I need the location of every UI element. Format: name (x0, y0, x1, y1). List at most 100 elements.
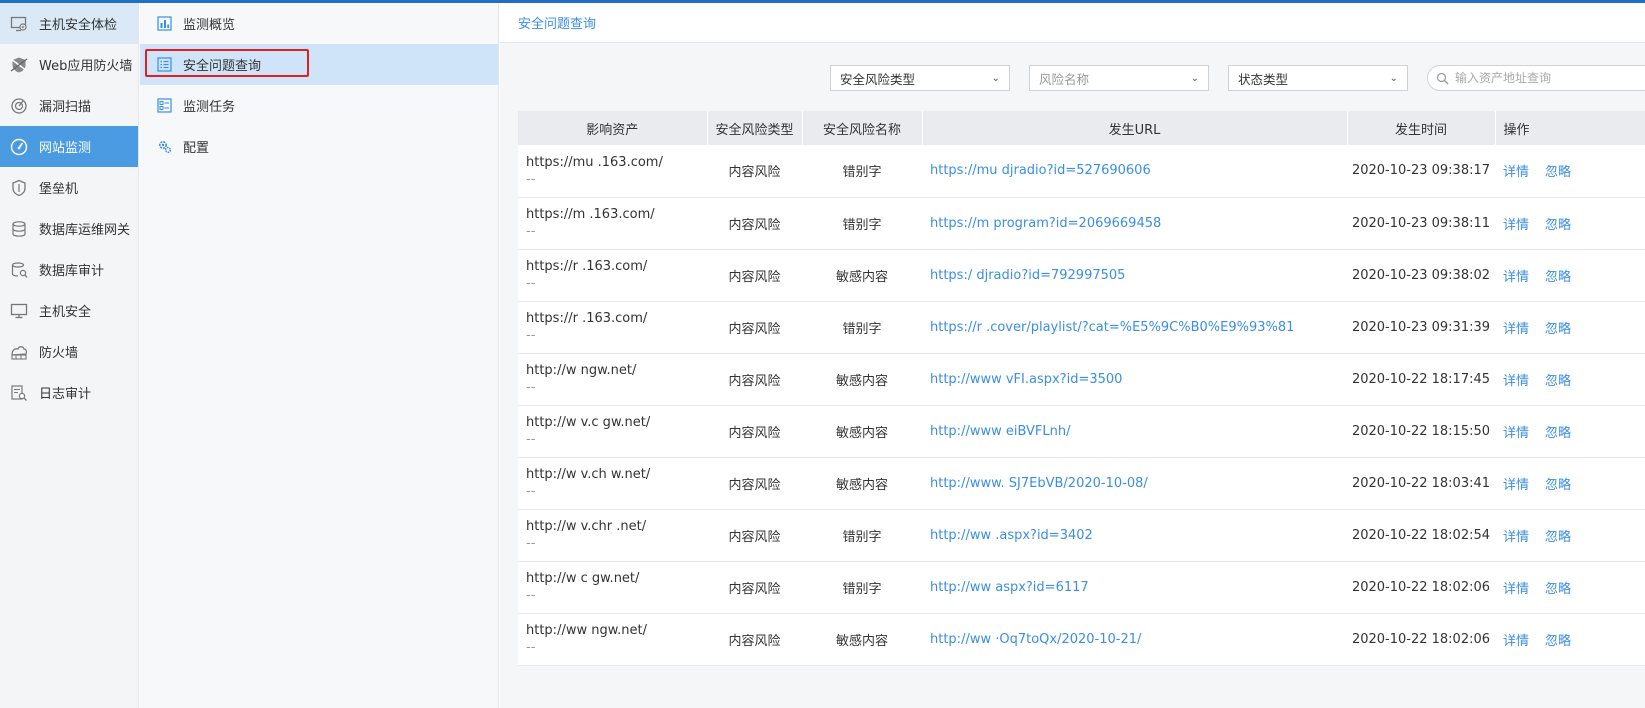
actions-cell: 详情 忽略 (1495, 301, 1645, 354)
asset-cell: http://w v.ch w.net/ -- (518, 457, 707, 510)
sidebar-item-vuln-scan[interactable]: 漏洞扫描 (0, 85, 138, 126)
sidebar-item-label: 主机安全 (39, 305, 92, 320)
time-cell: 2020-10-23 09:38:11 (1347, 197, 1495, 250)
asset-cell: http://w c gw.net/ -- (518, 561, 707, 614)
asset-url: http://w v.chr .net/ (526, 519, 647, 534)
submenu-item-overview[interactable]: 监测概览 (140, 3, 498, 44)
asset-cell: http://ww ngw.net/ -- (518, 613, 707, 666)
url-link[interactable]: http://www eiBVFLnh/ (930, 424, 1070, 439)
sidebar-item-waf[interactable]: Web应用防火墙 (0, 44, 138, 85)
risk-type-select[interactable]: 安全风险类型 ⌄ (830, 65, 1010, 91)
table-row: http://w v.ch w.net/ -- 内容风险 敏感内容 http://www… (518, 457, 1645, 510)
sub-menu: 监测概览 安全问题查询 监测任务 配置 (140, 3, 499, 708)
sidebar-item-db-gateway[interactable]: 数据库运维网关 (0, 208, 138, 249)
sidebar-item-db-audit[interactable]: 数据库审计 (0, 249, 138, 290)
url-link[interactable]: https://r .cover/playlist/?cat=%E5%9C%B0… (930, 320, 1294, 335)
url-link[interactable]: http://ww ·Oq7toQx/2020-10-21/ (930, 632, 1141, 647)
detail-link[interactable]: 详情 (1503, 426, 1529, 441)
asset-cell: https://mu .163.com/-- (518, 145, 707, 198)
detail-link[interactable]: 详情 (1503, 218, 1529, 233)
risk-name-cell: 敏感内容 (802, 249, 922, 302)
submenu-item-tasks[interactable]: 监测任务 (140, 85, 498, 126)
sidebar-item-host-security[interactable]: 主机安全 (0, 290, 138, 331)
detail-link[interactable]: 详情 (1503, 270, 1529, 285)
url-link[interactable]: http://ww .aspx?id=3402 (930, 528, 1093, 543)
time-cell: 2020-10-22 18:02:54 (1347, 509, 1495, 562)
sidebar-item-site-monitor[interactable]: 网站监测 (0, 126, 138, 167)
column-header-time[interactable]: 发生时间 (1347, 111, 1496, 145)
detail-link[interactable]: 详情 (1503, 530, 1529, 545)
submenu-item-issue-query[interactable]: 安全问题查询 (140, 44, 498, 85)
table-header-row: 影响资产 安全风险类型 安全风险名称 发生URL 发生时间 操作 (518, 111, 1645, 145)
risk-name-cell: 错别字 (802, 145, 922, 198)
detail-link[interactable]: 详情 (1503, 582, 1529, 597)
detail-link[interactable]: 详情 (1503, 374, 1529, 389)
sidebar-item-label: 堡垒机 (39, 182, 79, 197)
url-cell: https://m program?id=2069669458 (922, 197, 1347, 250)
risk-name-select[interactable]: 风险名称 ⌄ (1029, 65, 1209, 91)
ignore-link[interactable]: 忽略 (1545, 218, 1571, 233)
detail-link[interactable]: 详情 (1503, 165, 1529, 180)
actions-cell: 详情 忽略 (1495, 457, 1645, 510)
url-cell: https:/ djradio?id=792997505 (922, 249, 1347, 302)
sidebar-item-label: 网站监测 (39, 141, 92, 156)
detail-link[interactable]: 详情 (1503, 322, 1529, 337)
submenu-item-label: 配置 (183, 141, 210, 156)
ignore-link[interactable]: 忽略 (1545, 426, 1571, 441)
risk-name-cell: 错别字 (802, 197, 922, 250)
ignore-link[interactable]: 忽略 (1545, 270, 1571, 285)
url-link[interactable]: http://www. SJ7EbVB/2020-10-08/ (930, 476, 1148, 491)
url-cell: http://ww ·Oq7toQx/2020-10-21/ (922, 613, 1347, 666)
column-header-url[interactable]: 发生URL (922, 111, 1348, 145)
asset-cell: https://r .163.com/ -- (518, 301, 707, 354)
issue-table: 影响资产 安全风险类型 安全风险名称 发生URL 发生时间 操作 https:/… (518, 111, 1645, 666)
chevron-down-icon: ⌄ (991, 72, 1000, 84)
ignore-link[interactable]: 忽略 (1545, 374, 1571, 389)
risk-type-cell: 内容风险 (707, 509, 802, 562)
detail-link[interactable]: 详情 (1503, 478, 1529, 493)
firewall-icon (9, 342, 29, 362)
config-icon (157, 139, 173, 155)
url-link[interactable]: https:/ djradio?id=792997505 (930, 268, 1125, 283)
chart-icon (157, 15, 173, 32)
url-link[interactable]: http://ww aspx?id=6117 (930, 580, 1089, 595)
column-header-risk-type[interactable]: 安全风险类型 (707, 111, 803, 145)
status-type-select[interactable]: 状态类型 ⌄ (1228, 65, 1408, 91)
table-row: https://r .163.com/ -- 内容风险 错别字 https://r .c… (518, 301, 1645, 354)
asset-url: http://w v.c gw.net/ (526, 415, 651, 430)
breadcrumb: 安全问题查询 (500, 3, 1645, 43)
sidebar-item-host-check[interactable]: 主机安全体检 (0, 3, 138, 44)
submenu-item-config[interactable]: 配置 (140, 126, 498, 167)
sidebar-item-label: 漏洞扫描 (39, 100, 92, 115)
url-link[interactable]: https://mu djradio?id=527690606 (930, 163, 1151, 178)
url-link[interactable]: http://www vFI.aspx?id=3500 (930, 372, 1122, 387)
url-link[interactable]: https://m program?id=2069669458 (930, 216, 1161, 231)
risk-name-cell: 错别字 (802, 509, 922, 562)
sidebar-item-bastion[interactable]: 堡垒机 (0, 167, 138, 208)
asset-url: https://mu .163.com/ (526, 154, 663, 170)
ignore-link[interactable]: 忽略 (1545, 478, 1571, 493)
submenu-item-label: 监测概览 (183, 18, 236, 33)
asset-search-input[interactable] (1455, 71, 1635, 85)
url-cell: https://mu djradio?id=527690606 (922, 145, 1347, 198)
ignore-link[interactable]: 忽略 (1545, 322, 1571, 337)
database-icon (9, 219, 29, 239)
column-header-asset[interactable]: 影响资产 (518, 111, 708, 145)
detail-link[interactable]: 详情 (1503, 634, 1529, 649)
sidebar-item-label: 数据库审计 (39, 264, 105, 279)
ignore-link[interactable]: 忽略 (1545, 582, 1571, 597)
url-cell: http://www. SJ7EbVB/2020-10-08/ (922, 457, 1347, 510)
risk-name-cell: 敏感内容 (802, 613, 922, 666)
column-header-risk-name[interactable]: 安全风险名称 (802, 111, 923, 145)
sidebar-item-label: 数据库运维网关 (39, 223, 131, 238)
ignore-link[interactable]: 忽略 (1545, 634, 1571, 649)
asset-search-box[interactable] (1427, 65, 1645, 91)
sidebar-item-firewall[interactable]: 防火墙 (0, 331, 138, 372)
risk-type-cell: 内容风险 (707, 405, 802, 458)
sidebar-item-label: Web应用防火墙 (39, 59, 133, 74)
sidebar-item-label: 主机安全体检 (39, 18, 118, 33)
table-row: http://w c gw.net/ -- 内容风险 错别字 http://ww asp… (518, 561, 1645, 614)
sidebar-item-log-audit[interactable]: 日志审计 (0, 372, 138, 413)
ignore-link[interactable]: 忽略 (1545, 165, 1571, 180)
ignore-link[interactable]: 忽略 (1545, 530, 1571, 545)
